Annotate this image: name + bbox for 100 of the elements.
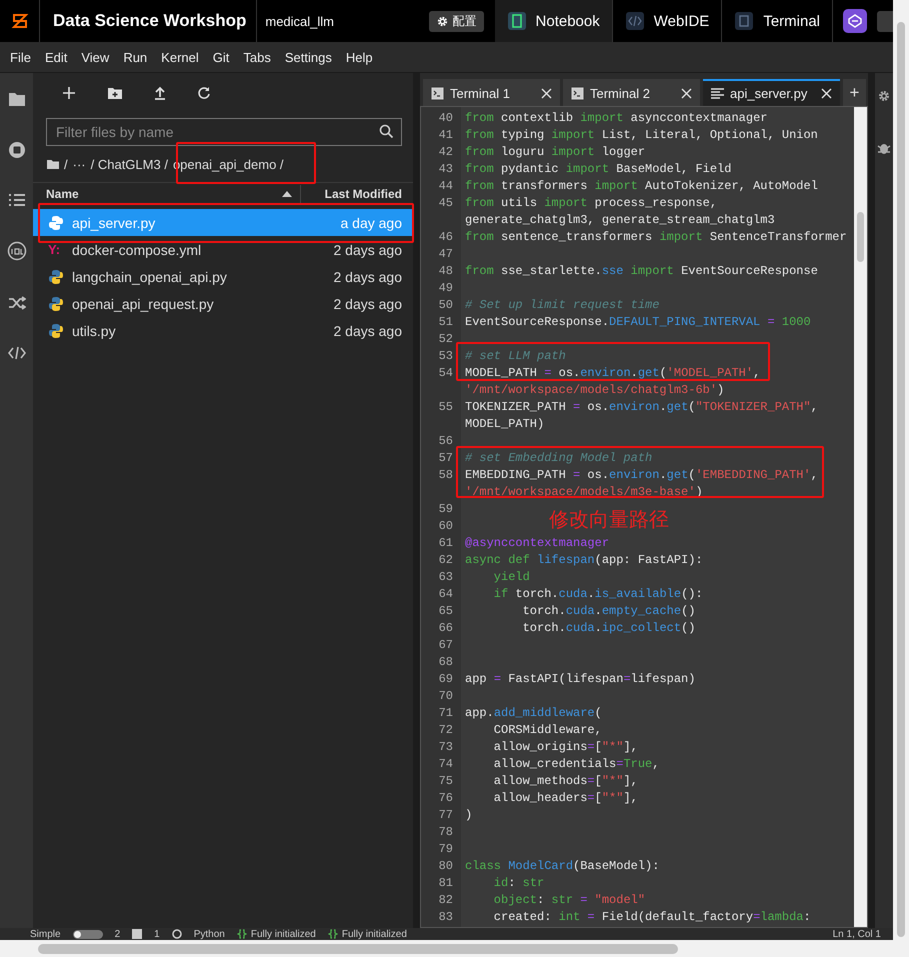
refresh-icon[interactable] (197, 86, 211, 100)
new-launcher-icon[interactable] (62, 86, 76, 100)
line-number: 67 (438, 637, 454, 654)
editor-tab[interactable]: api_server.py (703, 79, 840, 106)
line-number: 74 (438, 756, 454, 773)
editor-scrollbar[interactable] (854, 107, 867, 927)
file-name: langchain_openai_api.py (72, 268, 228, 284)
notebook-icon (506, 11, 527, 31)
line-number: 71 (438, 705, 454, 722)
breadcrumb-item[interactable]: / (64, 156, 68, 172)
line-number: 53 (438, 348, 454, 365)
menu-item[interactable]: Run (116, 50, 154, 64)
line-number: 57 (438, 450, 454, 467)
kernel-icon (172, 929, 182, 939)
code-line: async def lifespan(app: FastAPI): (465, 552, 704, 569)
new-tab-button[interactable]: + (843, 79, 866, 106)
simple-toggle[interactable] (72, 930, 103, 938)
config-button[interactable]: 配置 (428, 10, 484, 32)
shuffle-icon[interactable] (8, 295, 26, 311)
menu-item[interactable]: View (74, 50, 116, 64)
line-number: 61 (438, 535, 454, 552)
line-number: 51 (438, 314, 454, 331)
column-header[interactable]: Name (46, 187, 79, 201)
modified-time: 2 days ago (334, 268, 402, 284)
line-number: 44 (438, 178, 454, 195)
code-line: MODEL_PATH) (465, 416, 546, 433)
app-icon[interactable] (843, 9, 867, 33)
menu-item[interactable]: Help (338, 50, 380, 64)
line-number: 46 (438, 229, 454, 246)
line-number: 60 (438, 518, 454, 535)
file-row[interactable]: utils.py 2 days ago (33, 317, 413, 344)
code-line: # set Embedding Model path (465, 450, 654, 467)
top-tab[interactable]: Notebook (494, 0, 613, 42)
code-line: generate_chatglm3, generate_stream_chatglm3 (465, 212, 776, 229)
file-lines-icon (711, 88, 724, 100)
code-line: from contextlib import asynccontextmanager (465, 110, 768, 127)
menu-item[interactable]: Kernel (154, 50, 206, 64)
close-icon[interactable] (821, 88, 832, 99)
menu-item[interactable]: File (3, 50, 38, 64)
folder-icon[interactable] (8, 91, 26, 107)
line-number: 55 (438, 399, 454, 416)
code-line: CORSMiddleware, (492, 722, 603, 739)
code-line: created: int = Field(default_factory=lambda: (492, 909, 812, 926)
horizontal-scrollbar[interactable] (0, 940, 893, 957)
yaml-icon: Y: (48, 242, 64, 257)
code-line: from transformers import AutoTokenizer, AutoModel (465, 178, 819, 195)
code-line: # Set up limit request time (465, 297, 660, 314)
list-icon[interactable] (8, 193, 26, 207)
terminal-icon (571, 87, 584, 100)
menu-item[interactable]: Edit (38, 50, 74, 64)
logo-icon[interactable] (10, 12, 28, 30)
code-line: @asynccontextmanager (465, 535, 610, 552)
code-line: # set LLM path (465, 348, 567, 365)
cursor-position[interactable]: Ln 1, Col 1 (832, 928, 881, 940)
line-number: 41 (438, 127, 454, 144)
vertical-scrollbar[interactable] (893, 0, 909, 957)
line-number: 52 (438, 331, 454, 348)
file-row[interactable]: Y: docker-compose.yml 2 days ago (33, 236, 413, 263)
code-line: from typing import List, Literal, Optional, Union (465, 127, 819, 144)
annotation-text: 修改向量路径 (549, 506, 669, 533)
code-line: from sentence_transformers import SentenceTransformer (465, 229, 848, 246)
job-icon[interactable] (6, 241, 26, 261)
menu-item[interactable]: Git (206, 50, 236, 64)
file-row[interactable]: openai_api_request.py 2 days ago (33, 290, 413, 317)
line-number: 56 (438, 433, 454, 450)
code-icon[interactable] (8, 345, 26, 361)
line-number: 70 (438, 688, 454, 705)
filter-field[interactable]: Filter files by name (46, 118, 402, 146)
python-icon (48, 214, 64, 230)
code-line: torch.cuda.ipc_collect() (522, 620, 696, 637)
language-label[interactable]: Python (194, 928, 225, 940)
new-folder-icon[interactable] (107, 86, 123, 100)
menu-item[interactable]: Settings (278, 50, 339, 64)
kernel-count: 1 (154, 928, 160, 940)
upload-icon[interactable] (154, 86, 166, 100)
code-line: '/mnt/workspace/models/chatglm3-6b') (465, 382, 726, 399)
breadcrumb-item[interactable]: / ChatGLM3 / (90, 156, 168, 172)
status-text: Fully initialized (250, 928, 316, 940)
editor-tab[interactable]: Terminal 2 (563, 79, 700, 106)
editor-tab[interactable]: Terminal 1 (423, 79, 560, 106)
file-row[interactable]: langchain_openai_api.py 2 days ago (33, 263, 413, 290)
bug-icon[interactable] (877, 141, 891, 155)
line-number: 54 (438, 365, 454, 382)
close-icon[interactable] (541, 88, 552, 99)
menu-item[interactable]: Tabs (236, 50, 278, 64)
file-name: api_server.py (72, 214, 156, 230)
close-icon[interactable] (681, 88, 692, 99)
column-header[interactable]: Last Modified (301, 187, 413, 201)
code-line: from sse_starlette.sse import EventSourceResponse (465, 263, 819, 280)
file-name: docker-compose.yml (72, 242, 202, 258)
line-number: 83 (438, 909, 454, 926)
code-line: id: str (492, 875, 546, 892)
settings-icon[interactable] (877, 89, 891, 103)
code-line: yield (492, 569, 531, 586)
file-name: openai_api_request.py (72, 296, 215, 312)
sort-icon (282, 191, 292, 197)
code-icon (624, 11, 645, 31)
folder-icon[interactable] (47, 159, 59, 169)
breadcrumb-item[interactable]: ··· (72, 156, 86, 172)
stop-icon[interactable] (8, 141, 26, 159)
